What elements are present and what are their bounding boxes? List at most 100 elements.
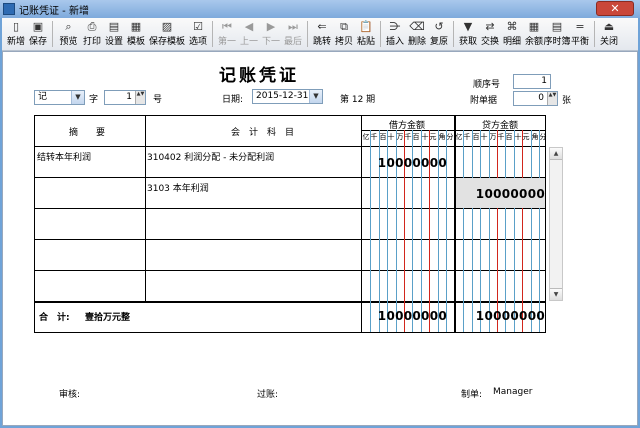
toolbar-separator — [307, 21, 308, 47]
toolbar-button-fetch[interactable]: ▼ 获取 — [457, 18, 479, 51]
digit-label: 十 — [514, 133, 522, 141]
toolbar-separator — [380, 21, 381, 47]
toolbar-button-label: 复原 — [429, 37, 448, 47]
voucher-document: 记账凭证 记 ▼ 字 1 ▲▼ 号 日期: 2015-12-31 ▼ 第 12 … — [2, 51, 638, 426]
grid-scrollbar[interactable]: ▲ ▼ — [549, 147, 563, 301]
row-line — [35, 208, 545, 209]
voucher-type-value: 记 — [38, 92, 48, 102]
options-icon: ☑ — [193, 20, 203, 33]
seq-input[interactable]: 1 — [513, 74, 551, 89]
journal-icon: ▤ — [551, 20, 563, 33]
toolbar-button-print[interactable]: ⎙ 打印 — [81, 18, 103, 51]
toolbar-separator — [212, 21, 213, 47]
prev-icon: ◀ — [244, 20, 254, 33]
digit-line — [480, 130, 481, 332]
toolbar-button-label: 保存 — [28, 37, 47, 47]
toolbar-button-label: 跳转 — [312, 37, 331, 47]
toolbar-button-last[interactable]: ⏭ 最后 — [282, 18, 304, 51]
digit-label: 千 — [497, 133, 505, 141]
toolbar-button-template[interactable]: ▦ 模板 — [125, 18, 147, 51]
number-spin-icon[interactable]: ▲▼ — [135, 91, 145, 104]
scroll-up-icon[interactable]: ▲ — [550, 148, 562, 160]
toolbar-button-jump[interactable]: ⇐ 跳转 — [311, 18, 333, 51]
window-close-button[interactable]: ✕ — [596, 1, 634, 16]
toolbar-button-label: 模板 — [126, 37, 145, 47]
total-debit-amount: 10000000 — [377, 309, 447, 323]
copy-icon: ⧉ — [340, 20, 348, 33]
toolbar-button-label: 打印 — [82, 37, 101, 47]
paste-icon: 📋 — [359, 20, 373, 33]
toolbar-button-next[interactable]: ▶ 下一 — [260, 18, 282, 51]
toolbar-button-close-door[interactable]: ⏏ 关闭 — [598, 18, 620, 51]
scroll-down-icon[interactable]: ▼ — [550, 288, 562, 300]
toolbar-button-restore[interactable]: ↺ 复原 — [428, 18, 450, 51]
toolbar-button-delete[interactable]: ⌫ 删除 — [406, 18, 428, 51]
toolbar-button-label: 下一 — [261, 37, 280, 47]
print-icon: ⎙ — [87, 20, 97, 33]
digit-label: 十 — [480, 133, 488, 141]
attachments-spin-icon[interactable]: ▲▼ — [547, 92, 557, 105]
toolbar-button-paste[interactable]: 📋 粘贴 — [355, 18, 377, 51]
toolbar-button-balance[interactable]: ▦ 余额 — [523, 18, 545, 51]
toolbar-button-label: 选项 — [188, 37, 207, 47]
digit-label: 亿 — [455, 133, 463, 141]
toolbar-separator — [453, 21, 454, 47]
digit-label: 分 — [446, 133, 454, 141]
digit-label: 百 — [412, 133, 420, 141]
toolbar-button-journal[interactable]: ▤ 序时簿 — [544, 18, 571, 51]
digit-label: 元 — [522, 133, 530, 141]
toolbar-button-swap[interactable]: ⇄ 交换 — [479, 18, 501, 51]
voucher-number-input[interactable]: 1 ▲▼ — [104, 90, 146, 105]
post-label: 过账: — [257, 390, 279, 400]
voucher-type-select[interactable]: 记 ▼ — [34, 90, 85, 105]
title-bar: 记账凭证 - 新增 ✕ — [0, 0, 640, 18]
date-value: 2015-12-31 — [256, 91, 309, 101]
toolbar-button-settings[interactable]: ▤ 设置 — [103, 18, 125, 51]
template-icon: ▦ — [130, 20, 142, 33]
summary-col-line — [145, 116, 146, 301]
swap-icon: ⇄ — [485, 20, 495, 33]
toolbar-button-options[interactable]: ☑ 选项 — [187, 18, 209, 51]
toolbar-button-new-doc[interactable]: ▯ 新增 — [5, 18, 27, 51]
voucher-number-value: 1 — [126, 92, 132, 102]
row-line — [35, 239, 545, 240]
toolbar-button-preview[interactable]: ⌕ 预览 — [56, 18, 81, 51]
toolbar-button-label: 新增 — [6, 37, 25, 47]
toolbar-button-insert[interactable]: ⋺ 插入 — [384, 18, 406, 51]
digit-label: 亿 — [362, 133, 370, 141]
toolbar: ▯ 新增 ▣ 保存 ⌕ 预览 ⎙ 打印 ▤ 设置 ▦ 模板 ▨ 保存模板 ☑ 选项 ⏮ 第一 ◀ 上一 ▶ 下一 ⏭ 最后 ⇐ 跳… — [2, 18, 638, 51]
toolbar-button-copy[interactable]: ⧉ 拷贝 — [333, 18, 355, 51]
maker-value: Manager — [493, 387, 533, 397]
row-line — [35, 301, 545, 303]
unit-separator-line — [497, 130, 498, 332]
toolbar-button-label: 粘贴 — [356, 37, 375, 47]
jump-icon: ⇐ — [317, 20, 327, 33]
calendar-dropdown-icon[interactable]: ▼ — [309, 90, 322, 103]
chevron-down-icon[interactable]: ▼ — [71, 91, 84, 104]
detail-icon: ⌘ — [506, 20, 518, 33]
maker-label: 制单: — [461, 390, 483, 400]
date-picker[interactable]: 2015-12-31 ▼ — [252, 89, 323, 104]
toolbar-button-prev[interactable]: ◀ 上一 — [238, 18, 260, 51]
attachments-label: 附单据 — [470, 96, 498, 106]
toolbar-button-label: 拷贝 — [334, 37, 353, 47]
toolbar-button-label: 余额 — [524, 37, 543, 47]
toolbar-button-save[interactable]: ▣ 保存 — [27, 18, 49, 51]
digit-line — [531, 130, 532, 332]
delete-icon: ⌫ — [409, 20, 425, 33]
toolbar-button-label: 第一 — [217, 37, 236, 47]
row-line — [35, 270, 545, 271]
debit-col-line — [454, 116, 456, 332]
toolbar-button-label: 设置 — [104, 37, 123, 47]
row-account: 310402 利润分配 - 未分配利润 — [147, 153, 275, 163]
seq-label: 顺序号 — [473, 80, 501, 90]
toolbar-button-first[interactable]: ⏮ 第一 — [216, 18, 238, 51]
attachments-input[interactable]: 0 ▲▼ — [513, 91, 558, 106]
digit-line — [505, 130, 506, 332]
toolbar-button-save-template[interactable]: ▨ 保存模板 — [147, 18, 187, 51]
toolbar-button-detail[interactable]: ⌘ 明细 — [501, 18, 523, 51]
digit-label: 角 — [531, 133, 539, 141]
toolbar-button-equal[interactable]: = 平衡 — [569, 18, 591, 51]
preview-icon: ⌕ — [65, 20, 72, 33]
digit-label: 千 — [463, 133, 471, 141]
